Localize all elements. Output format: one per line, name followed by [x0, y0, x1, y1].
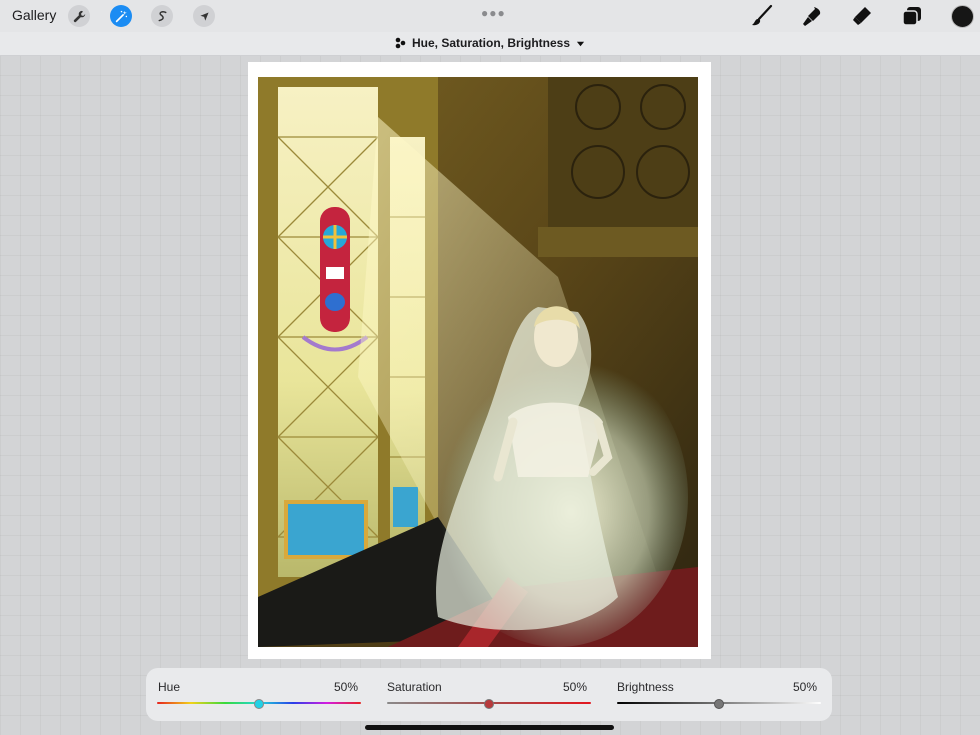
artwork-canvas[interactable] [258, 77, 698, 647]
brush-icon[interactable] [750, 4, 774, 28]
artwork-illustration [258, 77, 698, 647]
adjustments-button[interactable] [110, 5, 132, 27]
saturation-slider-thumb[interactable] [484, 699, 494, 709]
top-toolbar: Gallery ●●● [0, 0, 980, 32]
brightness-value: 50% [792, 680, 817, 694]
selection-button[interactable] [151, 5, 173, 27]
more-dots-icon[interactable]: ●●● [481, 6, 506, 20]
selection-s-icon [158, 10, 166, 21]
actions-button[interactable] [68, 5, 90, 27]
brightness-slider-thumb[interactable] [714, 699, 724, 709]
wrench-icon [73, 10, 85, 22]
hsb-dots-icon [395, 37, 406, 49]
saturation-value: 50% [562, 680, 587, 694]
color-picker-button[interactable] [951, 5, 974, 28]
hsb-slider-panel: Hue 50% Saturation 50% Brightness 50% [146, 668, 832, 721]
smudge-icon[interactable] [800, 4, 824, 28]
hue-slider-thumb[interactable] [254, 699, 264, 709]
adjustment-bar: Hue, Saturation, Brightness [0, 32, 980, 56]
transform-button[interactable] [193, 5, 215, 27]
brightness-label: Brightness [617, 680, 674, 694]
eraser-icon[interactable] [850, 4, 874, 28]
adjustment-title: Hue, Saturation, Brightness [412, 36, 571, 50]
adjustment-title-button[interactable]: Hue, Saturation, Brightness [394, 36, 585, 50]
chevron-down-icon [576, 41, 585, 46]
hue-value: 50% [333, 680, 358, 694]
transform-arrow-icon [199, 11, 209, 21]
layers-icon[interactable] [900, 4, 924, 28]
saturation-label: Saturation [387, 680, 442, 694]
magic-wand-icon [115, 10, 127, 22]
home-indicator[interactable] [365, 725, 614, 730]
hue-label: Hue [158, 680, 181, 694]
gallery-button[interactable]: Gallery [12, 7, 56, 23]
